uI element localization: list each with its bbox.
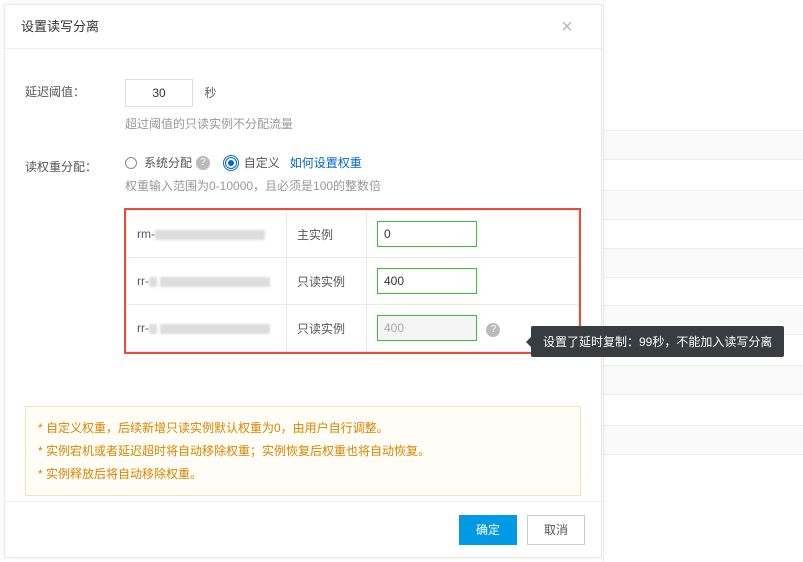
table-row: rr- 只读实例 <box>127 258 579 305</box>
threshold-input[interactable] <box>125 79 193 107</box>
notice-line: * 实例宕机或者延迟超时将自动移除权重；实例恢复后权重也将自动恢复。 <box>38 440 568 463</box>
weight-input[interactable] <box>377 268 477 294</box>
instance-id: rm- <box>127 211 287 258</box>
cancel-button[interactable]: 取消 <box>527 515 585 545</box>
tooltip-delay-replication: 设置了延时复制：99秒，不能加入读写分离 <box>531 326 784 357</box>
notice-box: * 自定义权重，后续新增只读实例默认权重为0，由用户自行调整。 * 实例宕机或者… <box>25 406 581 496</box>
weight-hint: 权重输入范围为0-10000，且必须是100的整数倍 <box>125 177 581 194</box>
radio-system[interactable] <box>125 157 137 169</box>
radio-system-label: 系统分配 <box>144 154 192 171</box>
threshold-unit: 秒 <box>204 86 216 100</box>
weight-label: 读权重分配： <box>25 154 125 175</box>
close-icon[interactable]: × <box>545 5 589 49</box>
instance-type: 只读实例 <box>287 258 367 305</box>
dialog-read-write-split: 设置读写分离 × 延迟阈值： 秒 超过阈值的只读实例不分配流量 读权重分配： 系… <box>4 4 602 558</box>
weight-table: rm- 主实例 rr- 只读实 <box>126 210 579 352</box>
help-icon[interactable]: ? <box>196 156 210 170</box>
help-icon[interactable]: ? <box>486 323 500 337</box>
weight-cell <box>367 258 579 305</box>
threshold-hint: 超过阈值的只读实例不分配流量 <box>125 115 581 132</box>
weight-help-link[interactable]: 如何设置权重 <box>290 154 362 171</box>
notice-line: * 自定义权重，后续新增只读实例默认权重为0，由用户自行调整。 <box>38 417 568 440</box>
weight-table-frame: rm- 主实例 rr- 只读实 <box>124 208 581 354</box>
threshold-label: 延迟阈值： <box>25 79 125 100</box>
instance-type: 只读实例 <box>287 305 367 352</box>
instance-id: rr- <box>127 258 287 305</box>
weight-cell <box>367 211 579 258</box>
instance-id: rr- <box>127 305 287 352</box>
ok-button[interactable]: 确定 <box>459 515 517 545</box>
dialog-title: 设置读写分离 <box>21 19 99 34</box>
notice-line: * 实例释放后将自动移除权重。 <box>38 463 568 486</box>
weight-input[interactable] <box>377 221 477 247</box>
radio-custom-label: 自定义 <box>244 154 280 171</box>
table-row: rm- 主实例 <box>127 211 579 258</box>
table-row: rr- 只读实例 ? <box>127 305 579 352</box>
radio-custom[interactable] <box>225 157 237 169</box>
instance-type: 主实例 <box>287 211 367 258</box>
weight-input-disabled <box>377 315 477 341</box>
